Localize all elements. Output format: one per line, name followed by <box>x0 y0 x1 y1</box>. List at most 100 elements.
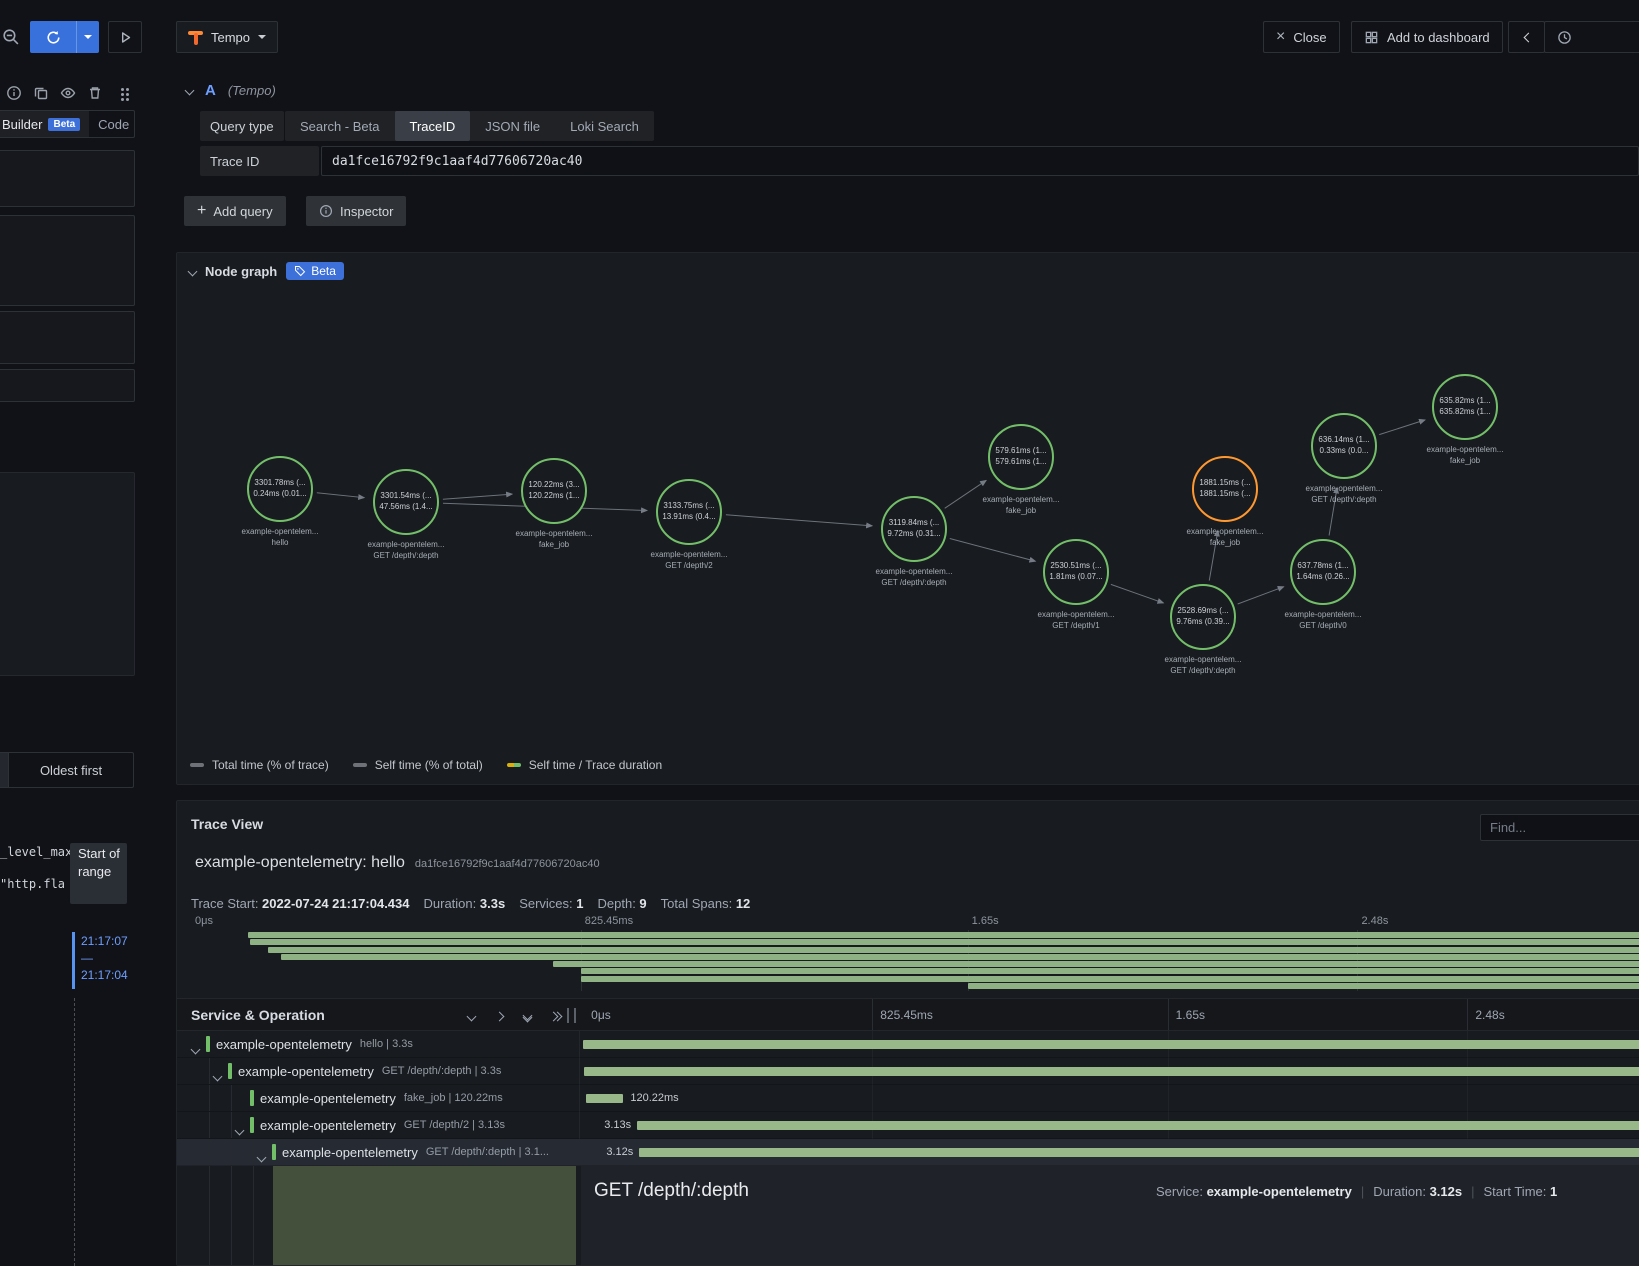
refresh-icon[interactable] <box>30 21 76 53</box>
node-graph-node-4[interactable]: 3119.84ms (... 9.72ms (0.31... example-ope… <box>876 496 952 587</box>
node-total-time: 2528.69ms (... <box>1177 606 1229 616</box>
indent-guide <box>231 1139 232 1165</box>
span-duration-bar[interactable] <box>583 1040 1639 1049</box>
tag-icon <box>295 266 306 277</box>
trace-meta-item: Services: 1 <box>519 896 583 911</box>
minimap-span-bar <box>247 932 1639 938</box>
editor-mode-code[interactable]: Code <box>89 111 138 137</box>
query-type-option-loki-search[interactable]: Loki Search <box>555 111 654 141</box>
log-timestamp-end[interactable]: 21:17:04 <box>81 968 128 982</box>
node-graph-node-10[interactable]: 636.14ms (1... 0.33ms (0.0... example-open… <box>1306 413 1382 504</box>
collapse-all-button[interactable] <box>519 1008 535 1024</box>
node-graph-node-5[interactable]: 579.61ms (1... 579.61ms (1... example-open… <box>983 424 1059 515</box>
trace-meta-item: Depth: 9 <box>598 896 647 911</box>
datasource-name: Tempo <box>211 29 251 45</box>
node-graph-node-1[interactable]: 3301.54ms (... 47.56ms (1.4... example-ope… <box>368 469 444 560</box>
query-builder-field[interactable] <box>0 215 135 306</box>
span-expand-chevron[interactable] <box>212 1068 223 1083</box>
span-expand-chevron[interactable] <box>190 1041 201 1056</box>
node-graph-node-2[interactable]: 120.22ms (3... 120.22ms (1... example-open… <box>516 458 592 549</box>
close-split-button[interactable]: × Close <box>1263 21 1340 53</box>
node-graph-node-11[interactable]: 635.82ms (1... 635.82ms (1... example-open… <box>1427 374 1503 465</box>
node-graph-collapse-chevron[interactable] <box>187 266 198 276</box>
query-type-option-search-beta[interactable]: Search - Beta <box>285 111 395 141</box>
column-resizer[interactable] <box>567 1008 576 1023</box>
span-service-name: example-opentelemetry <box>216 1036 352 1052</box>
zoom-out-button[interactable] <box>0 24 22 48</box>
timeline-header: Service & Operation 0μs 825.45ms 1.65s 2.48… <box>177 998 1639 1031</box>
node-graph-node-7[interactable]: 1881.15ms (... 1881.15ms (... example-open… <box>1187 456 1263 547</box>
node-circle: 579.61ms (1... 579.61ms (1... <box>988 424 1054 490</box>
time-range-picker-button[interactable] <box>1544 21 1639 53</box>
node-label: example-opentelem... hello <box>241 527 319 548</box>
add-to-dashboard-button[interactable]: Add to dashboard <box>1351 21 1503 53</box>
query-info-icon[interactable] <box>4 83 24 103</box>
span-row-1[interactable]: example-opentelemetry GET /depth/:depth |… <box>177 1058 1639 1085</box>
log-timestamp-start[interactable]: 21:17:07 <box>81 934 128 948</box>
span-duration-bar[interactable] <box>637 1121 1639 1130</box>
expand-one-button[interactable] <box>491 1008 507 1024</box>
node-total-time: 3301.78ms (... <box>254 478 306 488</box>
query-builder-field[interactable] <box>0 311 135 364</box>
inspector-button[interactable]: Inspector <box>306 196 407 226</box>
add-query-label: Add query <box>213 203 273 219</box>
span-row-2[interactable]: example-opentelemetry fake_job | 120.22ms… <box>177 1085 1639 1112</box>
sort-order-newest-partial[interactable] <box>0 753 9 787</box>
delete-query-trash-icon[interactable] <box>85 83 105 103</box>
add-query-button[interactable]: + Add query <box>184 196 286 226</box>
minimap-row <box>191 975 1639 982</box>
refresh-split-button[interactable] <box>30 21 99 53</box>
span-expand-chevron[interactable] <box>256 1149 267 1164</box>
node-graph-legend: Total time (% of trace) Self time (% of t… <box>190 758 662 772</box>
legend-label: Self time / Trace duration <box>528 758 663 772</box>
span-operation: hello | 3.3s <box>359 1038 413 1050</box>
span-names: example-opentelemetry GET /depth/2 | 3.13… <box>260 1112 577 1138</box>
move-split-left-button[interactable] <box>1508 21 1545 53</box>
trace-view-title: Trace View <box>191 816 264 832</box>
query-type-option-json-file[interactable]: JSON file <box>470 111 555 141</box>
span-row-0[interactable]: example-opentelemetry hello | 3.3s <box>177 1031 1639 1058</box>
span-rows: example-opentelemetry hello | 3.3s example… <box>177 1031 1639 1166</box>
span-duration-bar[interactable] <box>586 1094 624 1103</box>
span-detail-panel[interactable]: GET /depth/:depth Service: example-opent… <box>581 1166 1639 1265</box>
query-type-option-traceid[interactable]: TraceID <box>394 111 471 141</box>
span-row-3[interactable]: example-opentelemetry GET /depth/2 | 3.13… <box>177 1112 1639 1139</box>
trace-meta-item: Trace Start: 2022-07-24 21:17:04.434 <box>191 896 410 911</box>
span-duration-bar[interactable] <box>584 1067 1639 1076</box>
collapse-one-button[interactable] <box>463 1008 479 1024</box>
node-self-time: 579.61ms (1... <box>995 457 1047 466</box>
node-graph-node-3[interactable]: 3133.75ms (... 13.91ms (0.4... example-ope… <box>651 479 727 570</box>
node-graph-node-9[interactable]: 637.78ms (1... 1.64ms (0.26... example-ope… <box>1285 539 1361 630</box>
duplicate-query-icon[interactable] <box>31 83 51 103</box>
node-graph-node-0[interactable]: 3301.78ms (... 0.24ms (0.01... example-ope… <box>242 456 318 547</box>
run-query-button[interactable] <box>108 21 142 53</box>
node-graph-node-6[interactable]: 2530.51ms (... 1.81ms (0.07... example-ope… <box>1038 539 1114 630</box>
query-builder-field[interactable] <box>0 369 135 402</box>
query-ref-id[interactable]: A <box>205 82 216 99</box>
node-graph-canvas[interactable]: 3301.78ms (... 0.24ms (0.01... example-ope… <box>177 289 1638 755</box>
trace-title-row: example-opentelemetry: hello da1fce16792… <box>195 854 600 872</box>
span-row-4[interactable]: example-opentelemetry GET /depth/:depth |… <box>177 1139 1639 1166</box>
node-graph-node-8[interactable]: 2528.69ms (... 9.76ms (0.39... example-ope… <box>1165 584 1241 675</box>
span-operation: fake_job | 120.22ms <box>403 1092 503 1104</box>
span-names: example-opentelemetry fake_job | 120.22ms <box>260 1085 577 1111</box>
node-circle: 637.78ms (1... 1.64ms (0.26... <box>1290 539 1356 605</box>
span-operation: GET /depth/:depth | 3.1... <box>425 1146 549 1158</box>
span-expand-chevron[interactable] <box>234 1122 245 1137</box>
datasource-picker[interactable]: Tempo <box>176 21 279 53</box>
refresh-dropdown-caret[interactable] <box>76 21 99 53</box>
legend-item: Total time (% of trace) <box>190 758 329 772</box>
editor-mode-builder[interactable]: Builder Beta <box>0 111 90 137</box>
drag-handle-icon[interactable] <box>112 83 132 103</box>
span-duration-bar[interactable] <box>639 1148 1639 1157</box>
inspector-label: Inspector <box>340 203 394 219</box>
find-input[interactable] <box>1480 814 1639 841</box>
trace-minimap[interactable] <box>191 930 1639 991</box>
sort-order-oldest-first[interactable]: Oldest first <box>9 753 133 787</box>
trace-id-input[interactable] <box>321 146 1639 176</box>
query-builder-field[interactable] <box>0 150 135 207</box>
query-collapse-chevron[interactable] <box>184 85 195 96</box>
hide-query-eye-icon[interactable] <box>58 83 78 103</box>
expand-all-button[interactable] <box>547 1008 563 1024</box>
code-label: Code <box>98 116 130 132</box>
